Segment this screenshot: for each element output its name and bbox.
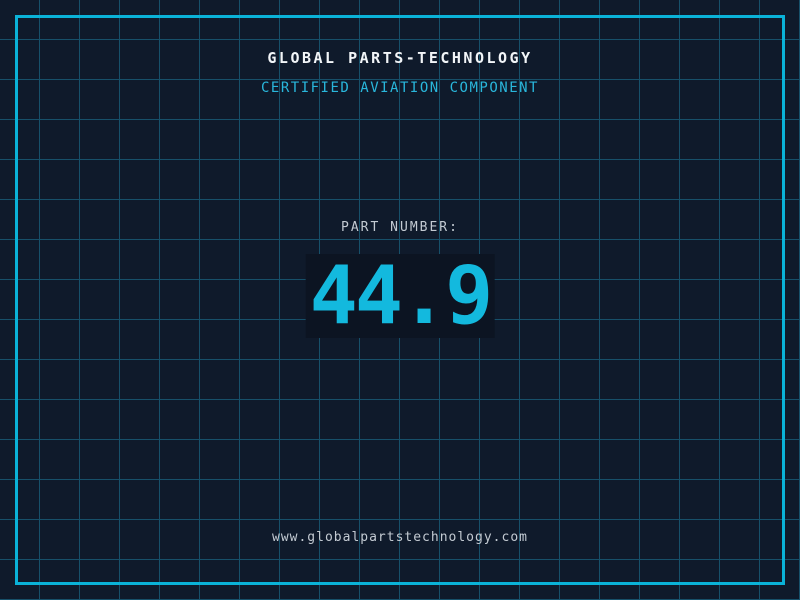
blueprint-page: { "header": { "title": "GLOBAL PARTS-TEC… [0,0,800,600]
part-number-panel: 44.9 [305,249,495,342]
part-number-value: 44.9 [309,249,494,342]
company-title: GLOBAL PARTS-TECHNOLOGY [267,49,533,67]
certification-subtitle: CERTIFIED AVIATION COMPONENT [260,80,539,96]
website-url: www.globalpartstechnology.com [272,530,528,545]
part-number-label: PART NUMBER: [341,220,459,235]
